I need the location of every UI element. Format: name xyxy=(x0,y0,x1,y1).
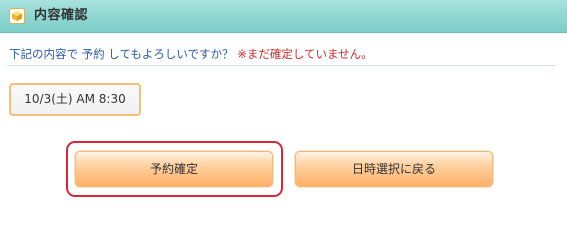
message-action: 予約 xyxy=(81,47,105,61)
message-question: してもよろしいですか？ xyxy=(104,47,238,61)
confirmation-message: 下記の内容で 予約 してもよろしいですか？ ※まだ確定していません。 xyxy=(9,47,373,61)
back-to-datetime-button[interactable]: 日時選択に戻る xyxy=(295,151,493,187)
reservation-datetime: 10/3(土) AM 8:30 xyxy=(9,83,141,116)
page-title: 内容確認 xyxy=(34,8,89,23)
not-confirmed-warning: ※まだ確定していません。 xyxy=(237,47,373,61)
panel-header: 内容確認 xyxy=(0,0,567,33)
confirmation-panel: 内容確認 下記の内容で 予約 してもよろしいですか？ ※まだ確定していません。 … xyxy=(0,0,567,211)
cube-icon xyxy=(9,8,25,24)
message-prefix: 下記の内容で xyxy=(9,47,82,61)
divider xyxy=(7,65,556,66)
confirm-reservation-button[interactable]: 予約確定 xyxy=(75,151,273,187)
